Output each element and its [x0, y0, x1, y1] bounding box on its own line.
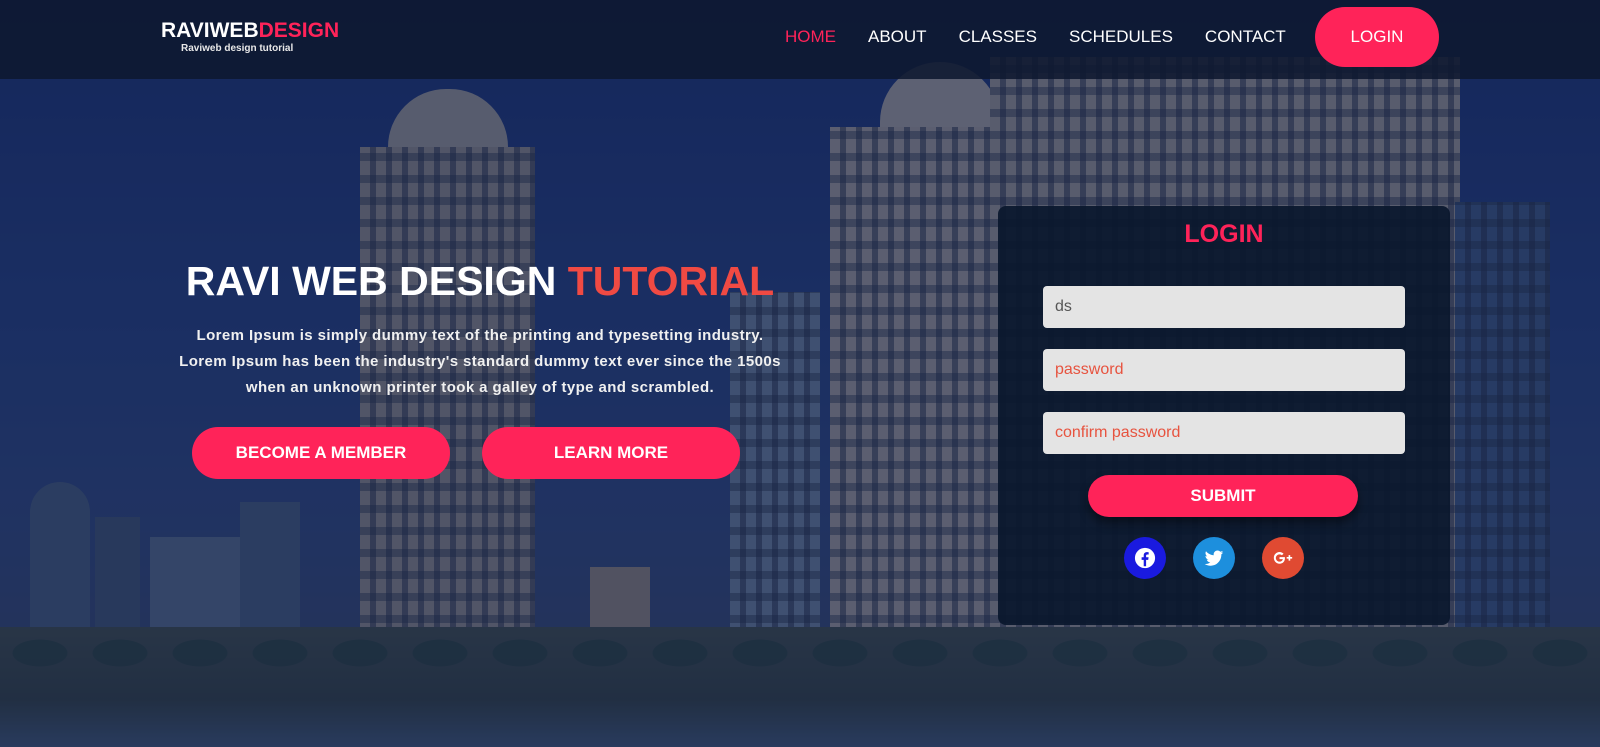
hero-description-line: Lorem Ipsum has been the industry's stan… [179, 353, 781, 370]
navbar: RAVIWEBDESIGN Raviweb design tutorial HO… [0, 0, 1600, 79]
nav-item-contact[interactable]: CONTACT [1205, 27, 1286, 47]
nav-login-button[interactable]: LOGIN [1315, 7, 1439, 67]
hero-buttons: BECOME A MEMBER LEARN MORE [192, 427, 740, 479]
logo[interactable]: RAVIWEBDESIGN Raviweb design tutorial [161, 19, 339, 55]
google-plus-button[interactable] [1262, 537, 1304, 579]
login-card-title: LOGIN [1184, 220, 1264, 248]
google-plus-icon [1273, 552, 1293, 564]
hero-title-part2: TUTORIAL [567, 258, 775, 304]
nav-menu: HOME ABOUT CLASSES SCHEDULES CONTACT [785, 0, 1318, 73]
social-links [1124, 537, 1304, 579]
nav-item-home[interactable]: HOME [785, 27, 836, 47]
hero-description-line: Lorem Ipsum is simply dummy text of the … [196, 327, 764, 344]
hero-description-line: when an unknown printer took a galley of… [245, 379, 715, 396]
logo-title-part2: DESIGN [258, 19, 340, 42]
submit-button[interactable]: SUBMIT [1088, 475, 1358, 517]
twitter-button[interactable] [1193, 537, 1235, 579]
logo-title-part1: RAVIWEB [161, 19, 259, 42]
nav-item-schedules[interactable]: SCHEDULES [1069, 27, 1173, 47]
twitter-icon [1204, 550, 1224, 566]
facebook-button[interactable] [1124, 537, 1166, 579]
hero-title: RAVI WEB DESIGN TUTORIAL [150, 255, 810, 307]
hero-section: RAVI WEB DESIGN TUTORIAL Lorem Ipsum is … [150, 255, 810, 479]
hero-description: Lorem Ipsum is simply dummy text of the … [150, 323, 810, 401]
learn-more-button[interactable]: LEARN MORE [482, 427, 740, 479]
logo-title: RAVIWEBDESIGN [161, 19, 339, 43]
facebook-icon [1134, 547, 1156, 569]
logo-tagline: Raviweb design tutorial [181, 43, 294, 54]
username-field[interactable] [1043, 286, 1405, 328]
become-member-button[interactable]: BECOME A MEMBER [192, 427, 450, 479]
confirm-password-field[interactable] [1043, 412, 1405, 454]
nav-item-classes[interactable]: CLASSES [959, 27, 1037, 47]
login-card: LOGIN SUBMIT [998, 206, 1450, 625]
hero-title-part1: RAVI WEB DESIGN [185, 258, 568, 304]
password-field[interactable] [1043, 349, 1405, 391]
nav-item-about[interactable]: ABOUT [868, 27, 927, 47]
